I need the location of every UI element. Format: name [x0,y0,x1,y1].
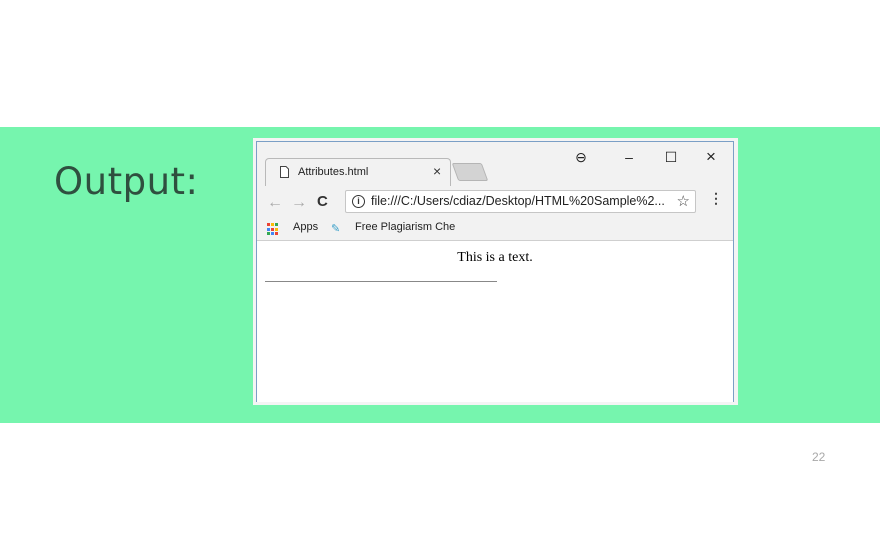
title-bar: Attributes.html × ⊖ – ☐ × [257,142,733,186]
forward-icon[interactable]: → [291,194,307,212]
horizontal-rule [265,281,497,282]
url-text: file:///C:/Users/cdiaz/Desktop/HTML%20Sa… [371,194,665,208]
toolbar: ← → C i file:///C:/Users/cdiaz/Desktop/H… [257,186,733,218]
browser-screenshot: Attributes.html × ⊖ – ☐ × ← → C i file:/… [253,138,738,405]
tab-close-icon[interactable]: × [433,163,441,179]
bookmark-site-icon: ✎ [331,223,341,235]
bookmark-plagiarism[interactable]: Free Plagiarism Chec [355,221,455,233]
bookmark-apps[interactable]: Apps [293,221,318,233]
page-content: This is a text. [257,241,733,402]
account-icon[interactable]: ⊖ [569,147,593,167]
page-text: This is a text. [457,250,533,265]
address-bar[interactable]: i file:///C:/Users/cdiaz/Desktop/HTML%20… [345,190,696,213]
tab-attributes[interactable]: Attributes.html × [265,158,451,186]
menu-icon[interactable]: ⋮ [709,191,723,205]
output-label: Output: [54,160,199,203]
page-number: 22 [812,450,826,464]
apps-grid-icon[interactable] [267,223,280,236]
page-icon [280,166,289,178]
info-icon[interactable]: i [352,195,365,208]
browser-window: Attributes.html × ⊖ – ☐ × ← → C i file:/… [256,141,734,402]
maximize-button[interactable]: ☐ [659,147,683,167]
close-button[interactable]: × [699,147,723,167]
bookmarks-bar: Apps ✎ Free Plagiarism Chec [257,218,733,241]
back-icon[interactable]: ← [267,194,283,212]
reload-icon[interactable]: C [317,193,328,210]
new-tab-button[interactable] [451,163,489,181]
minimize-button[interactable]: – [617,147,641,167]
star-icon[interactable]: ☆ [677,192,690,210]
tab-title: Attributes.html [298,166,369,178]
